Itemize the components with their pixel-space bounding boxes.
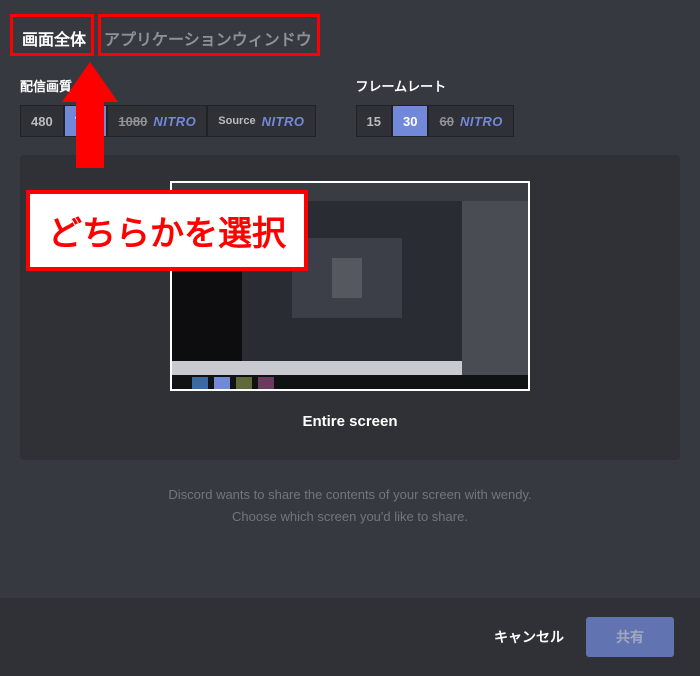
fps-30[interactable]: 30 <box>392 105 428 137</box>
tab-application-window[interactable]: アプリケーションウィンドウ <box>102 20 314 62</box>
quality-options: 480 720 1080 NITRO Source NITRO <box>20 105 316 137</box>
fps-group: フレームレート 15 30 60 NITRO <box>356 76 514 137</box>
quality-1080-text: 1080 <box>118 114 147 129</box>
cancel-button[interactable]: キャンセル <box>494 627 564 647</box>
quality-720[interactable]: 720 <box>64 105 108 137</box>
source-tabs: 画面全体 アプリケーションウィンドウ <box>0 0 700 62</box>
nitro-badge: NITRO <box>460 114 503 129</box>
screen-preview: Entire screen <box>20 155 680 460</box>
share-hint: Discord wants to share the contents of y… <box>0 460 700 558</box>
quality-source[interactable]: Source NITRO <box>207 105 315 137</box>
fps-options: 15 30 60 NITRO <box>356 105 514 137</box>
fps-15[interactable]: 15 <box>356 105 392 137</box>
fps-60-text: 60 <box>439 114 453 129</box>
nitro-badge: NITRO <box>153 114 196 129</box>
quality-1080[interactable]: 1080 NITRO <box>107 105 207 137</box>
quality-group: 配信画質 480 720 1080 NITRO Source NITRO <box>20 76 316 137</box>
tab-entire-screen[interactable]: 画面全体 <box>20 20 88 62</box>
screen-caption: Entire screen <box>302 413 397 430</box>
modal-footer: キャンセル 共有 <box>0 598 700 676</box>
share-button[interactable]: 共有 <box>586 617 674 657</box>
nitro-badge: NITRO <box>262 114 305 129</box>
hint-line-2: Choose which screen you'd like to share. <box>20 506 680 528</box>
quality-480[interactable]: 480 <box>20 105 64 137</box>
screen-share-modal: 画面全体 アプリケーションウィンドウ 配信画質 480 720 1080 NIT… <box>0 0 700 676</box>
stream-settings: 配信画質 480 720 1080 NITRO Source NITRO フレー… <box>0 62 700 147</box>
hint-line-1: Discord wants to share the contents of y… <box>20 484 680 506</box>
quality-source-text: Source <box>218 115 255 127</box>
fps-60[interactable]: 60 NITRO <box>428 105 513 137</box>
fps-label: フレームレート <box>356 76 514 95</box>
quality-label: 配信画質 <box>20 76 316 95</box>
screen-thumbnail[interactable] <box>170 181 530 391</box>
